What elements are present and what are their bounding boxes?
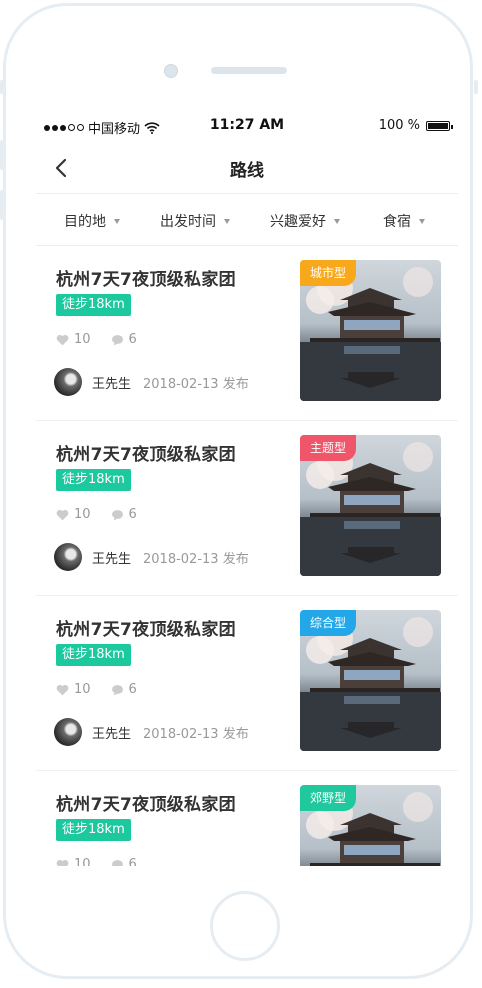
- battery-icon: [426, 120, 453, 131]
- likes[interactable]: 10: [56, 682, 91, 697]
- author-name: 王先生: [92, 726, 132, 742]
- likes[interactable]: 10: [56, 857, 91, 866]
- distance-tag: 徒步18km: [56, 819, 131, 841]
- heart-icon: [56, 509, 69, 520]
- route-card[interactable]: 杭州7天7夜顶级私家团 徒步18km 10 6 王先生 2018-02-13 发…: [36, 596, 458, 771]
- route-stats: 10 6: [56, 507, 157, 522]
- app-screen: 中国移动 11:27 AM 100 % 路线 目的地 出发时间 兴趣爱好 食宿 …: [36, 110, 458, 866]
- comment-bubble-icon: [111, 684, 123, 695]
- likes-count: 10: [74, 332, 91, 347]
- author-name: 王先生: [92, 376, 132, 392]
- route-card[interactable]: 杭州7天7夜顶级私家团 徒步18km 10 6 王先生 2018-02-13 发…: [36, 246, 458, 421]
- side-button: [0, 80, 4, 94]
- filter-interests[interactable]: 兴趣爱好: [270, 211, 340, 231]
- power-button: [474, 80, 478, 94]
- route-stats: 10 6: [56, 857, 157, 866]
- route-stats: 10 6: [56, 332, 157, 347]
- category-badge: 郊野型: [300, 785, 357, 811]
- phone-frame: 中国移动 11:27 AM 100 % 路线 目的地 出发时间 兴趣爱好 食宿 …: [3, 3, 473, 979]
- author-name: 王先生: [92, 551, 132, 567]
- heart-icon: [56, 684, 69, 695]
- comments-count: 6: [128, 682, 137, 697]
- filter-label: 出发时间: [160, 214, 216, 230]
- comments-count: 6: [128, 857, 137, 866]
- distance-tag: 徒步18km: [56, 469, 131, 491]
- volume-up-button: [0, 140, 4, 170]
- comments[interactable]: 6: [111, 857, 137, 866]
- route-card[interactable]: 杭州7天7夜顶级私家团 徒步18km 10 6 王先生 2018-02-13 发…: [36, 421, 458, 596]
- comment-bubble-icon: [111, 334, 123, 345]
- comments[interactable]: 6: [111, 332, 137, 347]
- filter-bar: 目的地 出发时间 兴趣爱好 食宿: [36, 194, 458, 246]
- page-title: 路线: [230, 161, 264, 181]
- publish-date: 2018-02-13 发布: [143, 376, 249, 392]
- likes-count: 10: [74, 857, 91, 866]
- avatar[interactable]: [54, 368, 82, 396]
- route-title: 杭州7天7夜顶级私家团: [56, 445, 236, 465]
- publish-date: 2018-02-13 发布: [143, 726, 249, 742]
- route-title: 杭州7天7夜顶级私家团: [56, 795, 236, 815]
- status-bar: 中国移动 11:27 AM 100 %: [36, 110, 458, 142]
- distance-tag: 徒步18km: [56, 294, 131, 316]
- route-card[interactable]: 杭州7天7夜顶级私家团 徒步18km 10 6 王先生 2018-02-13 发…: [36, 771, 458, 866]
- category-badge: 城市型: [300, 260, 357, 286]
- comments[interactable]: 6: [111, 682, 137, 697]
- battery-label: 100 %: [378, 118, 420, 133]
- comments-count: 6: [128, 332, 137, 347]
- route-title: 杭州7天7夜顶级私家团: [56, 620, 236, 640]
- home-button[interactable]: [210, 891, 280, 961]
- filter-label: 食宿: [383, 214, 411, 230]
- likes-count: 10: [74, 507, 91, 522]
- speaker-grille: [211, 67, 287, 74]
- likes-count: 10: [74, 682, 91, 697]
- heart-icon: [56, 859, 69, 866]
- author-row: 王先生 2018-02-13 发布: [54, 543, 249, 571]
- distance-tag: 徒步18km: [56, 644, 131, 666]
- filter-label: 目的地: [64, 214, 106, 230]
- comment-bubble-icon: [111, 509, 123, 520]
- filter-label: 兴趣爱好: [270, 214, 326, 230]
- caret-down-icon: [334, 218, 340, 224]
- filter-accommodation[interactable]: 食宿: [383, 211, 425, 231]
- volume-down-button: [0, 190, 4, 220]
- comments[interactable]: 6: [111, 507, 137, 522]
- comments-count: 6: [128, 507, 137, 522]
- filter-destination[interactable]: 目的地: [64, 211, 120, 231]
- caret-down-icon: [114, 218, 120, 224]
- heart-icon: [56, 334, 69, 345]
- filter-departure-time[interactable]: 出发时间: [160, 211, 230, 231]
- nav-bar: 路线: [36, 142, 458, 194]
- likes[interactable]: 10: [56, 332, 91, 347]
- category-badge: 综合型: [300, 610, 357, 636]
- likes[interactable]: 10: [56, 507, 91, 522]
- avatar[interactable]: [54, 718, 82, 746]
- avatar[interactable]: [54, 543, 82, 571]
- author-row: 王先生 2018-02-13 发布: [54, 368, 249, 396]
- route-title: 杭州7天7夜顶级私家团: [56, 270, 236, 290]
- comment-bubble-icon: [111, 859, 123, 866]
- publish-date: 2018-02-13 发布: [143, 551, 249, 567]
- category-badge: 主题型: [300, 435, 357, 461]
- camera-icon: [164, 64, 178, 78]
- author-row: 王先生 2018-02-13 发布: [54, 718, 249, 746]
- caret-down-icon: [224, 218, 230, 224]
- route-stats: 10 6: [56, 682, 157, 697]
- caret-down-icon: [419, 218, 425, 224]
